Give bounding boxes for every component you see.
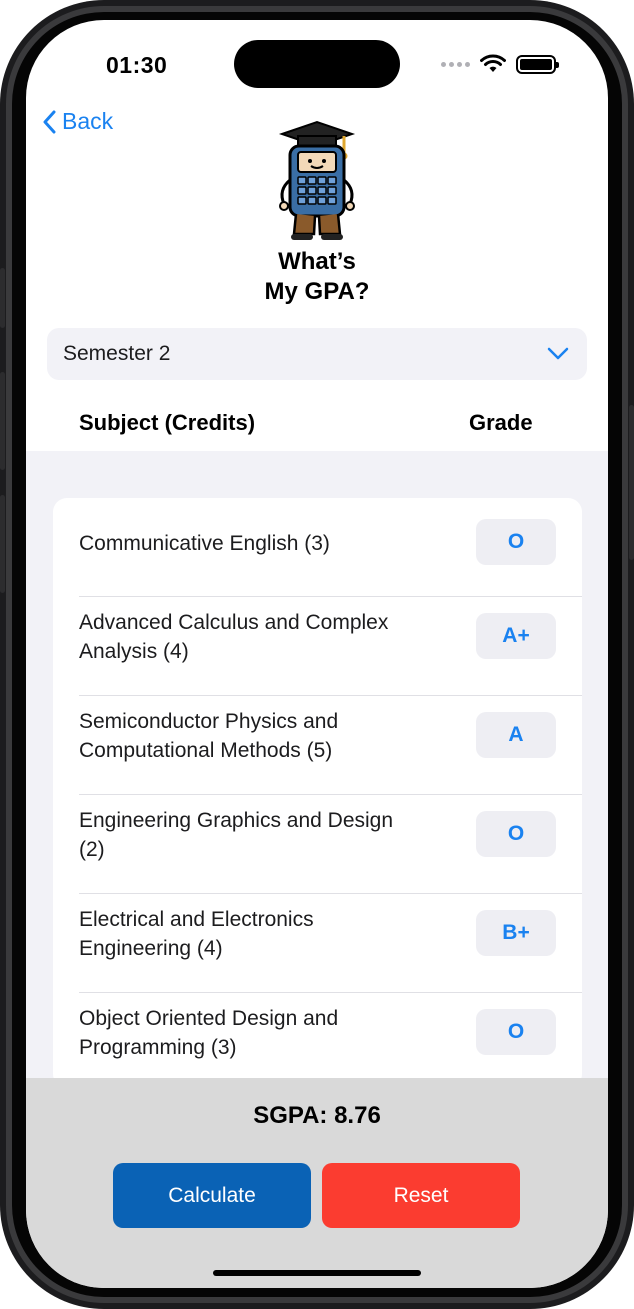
volume-up-button bbox=[0, 372, 5, 470]
bottom-bar: SGPA: 8.76 Calculate Reset bbox=[26, 1078, 608, 1288]
subject-label: Semiconductor Physics and Computational … bbox=[79, 710, 339, 762]
grade-selector[interactable]: A bbox=[476, 712, 556, 758]
reset-button[interactable]: Reset bbox=[322, 1163, 520, 1228]
cellular-signal-icon bbox=[441, 61, 470, 67]
semester-picker[interactable]: Semester 2 bbox=[47, 328, 587, 380]
subject-column-header: Subject (Credits) bbox=[79, 410, 256, 435]
subject-label: Electrical and Electronics Engineering (… bbox=[79, 908, 314, 960]
grade-column-header: Grade bbox=[469, 410, 533, 435]
subject-row: Advanced Calculus and Complex Analysis (… bbox=[79, 597, 582, 696]
subject-label: Advanced Calculus and Complex Analysis (… bbox=[79, 611, 389, 663]
status-time: 01:30 bbox=[106, 52, 168, 78]
wifi-icon bbox=[480, 54, 506, 72]
subject-label: Engineering Graphics and Design (2) bbox=[79, 809, 394, 861]
power-button bbox=[629, 405, 634, 560]
status-icons bbox=[441, 54, 559, 74]
subject-list: Communicative English (3) O Advanced Cal… bbox=[53, 498, 582, 1088]
back-label: Back bbox=[62, 108, 114, 134]
subject-row: Communicative English (3) O bbox=[79, 498, 582, 597]
grade-selector[interactable]: O bbox=[476, 811, 556, 857]
screen: 01:30 Back What’s My GPA? Semester 2 Sub… bbox=[26, 20, 608, 1288]
battery-icon bbox=[516, 54, 559, 74]
subject-row: Engineering Graphics and Design (2) O bbox=[79, 795, 582, 894]
sgpa-result: SGPA: 8.76 bbox=[253, 1102, 381, 1129]
semester-picker-value: Semester 2 bbox=[63, 342, 171, 365]
subject-row: Electrical and Electronics Engineering (… bbox=[79, 894, 582, 993]
chevron-left-icon bbox=[43, 110, 56, 133]
dynamic-island bbox=[234, 40, 400, 88]
chevron-down-icon bbox=[547, 347, 569, 360]
app-title-line-1: What’s bbox=[278, 248, 356, 275]
subject-label: Object Oriented Design and Programming (… bbox=[79, 1007, 339, 1059]
subject-row: Object Oriented Design and Programming (… bbox=[79, 993, 582, 1088]
subject-row: Semiconductor Physics and Computational … bbox=[79, 696, 582, 795]
back-button[interactable]: Back bbox=[42, 108, 113, 135]
calculate-button[interactable]: Calculate bbox=[113, 1163, 311, 1228]
grade-selector[interactable]: A+ bbox=[476, 613, 556, 659]
action-button bbox=[0, 268, 5, 328]
grade-selector[interactable]: B+ bbox=[476, 910, 556, 956]
calculator-mascot-logo bbox=[278, 120, 356, 240]
grade-selector[interactable]: O bbox=[476, 1009, 556, 1055]
volume-down-button bbox=[0, 495, 5, 593]
app-title-line-2: My GPA? bbox=[264, 278, 370, 305]
subject-label: Communicative English (3) bbox=[79, 532, 330, 555]
grade-selector[interactable]: O bbox=[476, 519, 556, 565]
home-indicator[interactable] bbox=[213, 1270, 421, 1276]
